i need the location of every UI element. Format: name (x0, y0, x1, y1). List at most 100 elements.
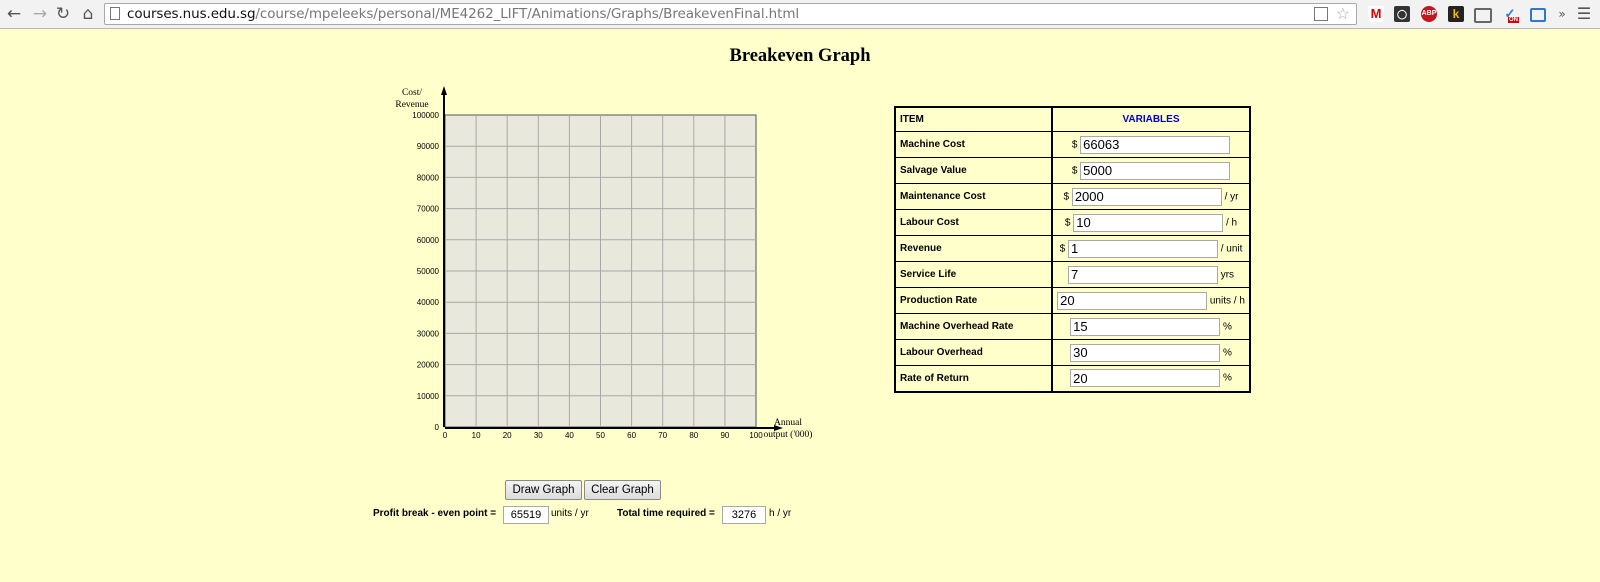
currency-prefix: $ (1059, 243, 1066, 255)
cast-icon[interactable] (1474, 8, 1492, 23)
variable-row: Rate of Return % (894, 365, 1251, 392)
variable-cell: % (1051, 365, 1251, 392)
variable-label: Rate of Return (894, 365, 1053, 392)
page-title: Breakeven Graph (729, 46, 871, 66)
y-tick-label: 60000 (417, 236, 440, 245)
variable-input[interactable] (1073, 213, 1224, 232)
variable-row: Labour Cost$ / h (894, 209, 1251, 236)
variable-row: Service Life yrs (894, 261, 1251, 288)
breakeven-label: Profit break - even point = (373, 508, 497, 519)
x-axis-label: output ('000) (764, 429, 813, 440)
variable-input[interactable] (1057, 291, 1208, 310)
breakeven-chart: 0 10 20 30 40 50 60 70 80 90 100 0 10000 20000 30000 40… (395, 86, 813, 440)
forward-arrow-icon[interactable]: → (30, 4, 50, 24)
variable-label: Maintenance Cost (894, 183, 1053, 210)
y-tick-label: 40000 (417, 298, 440, 307)
variable-row: Production Rate units / h (894, 287, 1251, 314)
x-tick-label: 0 (443, 431, 448, 440)
variable-row: Maintenance Cost$ / yr (894, 183, 1251, 210)
time-unit: h / yr (769, 508, 792, 519)
y-tick-label: 80000 (417, 173, 440, 182)
y-tick-label: 10000 (417, 392, 440, 401)
variable-row: Revenue$ / unit (894, 235, 1251, 262)
y-tick-label: 30000 (417, 329, 440, 338)
address-bar[interactable]: courses.nus.edu.sg/course/mpeleeks/perso… (104, 3, 1357, 25)
draw-graph-button[interactable]: Draw Graph (505, 480, 582, 500)
page-icon (110, 7, 120, 20)
breakeven-output[interactable]: 65519 (503, 506, 549, 524)
on-badge-icon: ON (1508, 17, 1519, 23)
bookmark-star-icon[interactable]: ☆ (1336, 4, 1350, 24)
variable-row: Machine Cost $ (894, 131, 1251, 158)
reader-mode-icon[interactable] (1314, 7, 1328, 21)
variable-label: Labour Overhead (894, 339, 1053, 366)
y-tick-label: 100000 (412, 111, 439, 120)
variable-input[interactable] (1080, 135, 1231, 154)
variable-input[interactable] (1071, 187, 1222, 206)
adblock-icon[interactable]: ABP (1421, 6, 1437, 22)
x-tick-label: 30 (534, 431, 543, 440)
variable-label: Revenue (894, 235, 1053, 262)
y-axis-arrow-icon (441, 86, 447, 95)
unit-label: / h (1226, 217, 1238, 229)
x-tick-label: 70 (658, 431, 667, 440)
x-tick-label: 10 (472, 431, 481, 440)
x-axis-label: Annual (774, 418, 802, 428)
clear-graph-button[interactable]: Clear Graph (584, 480, 661, 500)
variable-label: Service Life (894, 261, 1053, 288)
time-label: Total time required = (617, 508, 715, 519)
x-tick-label: 20 (503, 431, 512, 440)
y-tick-label: 50000 (417, 267, 440, 276)
variable-cell: $ / yr (1051, 183, 1251, 210)
unit-label: units / h (1209, 295, 1245, 307)
x-tick-label: 40 (565, 431, 574, 440)
variable-input[interactable] (1070, 317, 1221, 336)
y-tick-label: 0 (435, 423, 440, 432)
variable-input[interactable] (1067, 239, 1218, 258)
unit-label: % (1222, 321, 1232, 333)
x-tick-label: 80 (689, 431, 698, 440)
url-text[interactable]: courses.nus.edu.sg/course/mpeleeks/perso… (127, 6, 799, 22)
overflow-chevron-icon[interactable]: » (1552, 4, 1572, 24)
gmail-icon[interactable]: M (1368, 6, 1384, 22)
variable-label: Labour Cost (894, 209, 1053, 236)
browser-toolbar: ← → ↻ ⌂ courses.nus.edu.sg/course/mpelee… (0, 0, 1600, 29)
variable-row: Salvage Value $ (894, 157, 1251, 184)
k-icon[interactable]: k (1448, 6, 1464, 22)
variable-cell: $ / unit (1051, 235, 1251, 262)
unit-label: / unit (1220, 243, 1243, 255)
y-axis-label: Cost/ (402, 88, 422, 98)
variable-cell: $ (1051, 157, 1251, 184)
time-output[interactable]: 3276 (722, 506, 766, 524)
currency-prefix: $ (1071, 165, 1078, 177)
variable-row: Machine Overhead Rate % (894, 313, 1251, 340)
variable-cell: % (1051, 339, 1251, 366)
variable-input[interactable] (1070, 369, 1221, 388)
y-tick-label: 20000 (417, 361, 440, 370)
currency-prefix: $ (1063, 191, 1070, 203)
variable-cell: $ (1051, 131, 1251, 158)
variable-label: Machine Overhead Rate (894, 313, 1053, 340)
x-tick-label: 90 (720, 431, 729, 440)
variable-label: Production Rate (894, 287, 1053, 314)
variable-cell: $ / h (1051, 209, 1251, 236)
home-icon[interactable]: ⌂ (78, 4, 98, 24)
variable-input[interactable] (1067, 265, 1218, 284)
variable-input[interactable] (1070, 343, 1221, 362)
col-variables-header: VARIABLES (1051, 106, 1251, 132)
back-arrow-icon[interactable]: ← (4, 4, 24, 24)
variable-input[interactable] (1080, 161, 1231, 180)
currency-prefix: $ (1071, 139, 1078, 151)
unit-label: / yr (1224, 191, 1239, 203)
menu-icon[interactable]: ☰ (1574, 4, 1594, 24)
x-tick-label: 60 (627, 431, 636, 440)
y-axis-label: Revenue (395, 100, 428, 110)
y-tick-label: 90000 (417, 142, 440, 151)
incognito-icon[interactable]: ◯ (1394, 6, 1410, 22)
screen-icon[interactable] (1530, 8, 1546, 22)
unit-label: % (1222, 347, 1232, 359)
x-tick-label: 100 (749, 431, 763, 440)
unit-label: yrs (1220, 269, 1235, 281)
breakeven-unit: units / yr (551, 508, 589, 519)
reload-icon[interactable]: ↻ (53, 4, 73, 24)
